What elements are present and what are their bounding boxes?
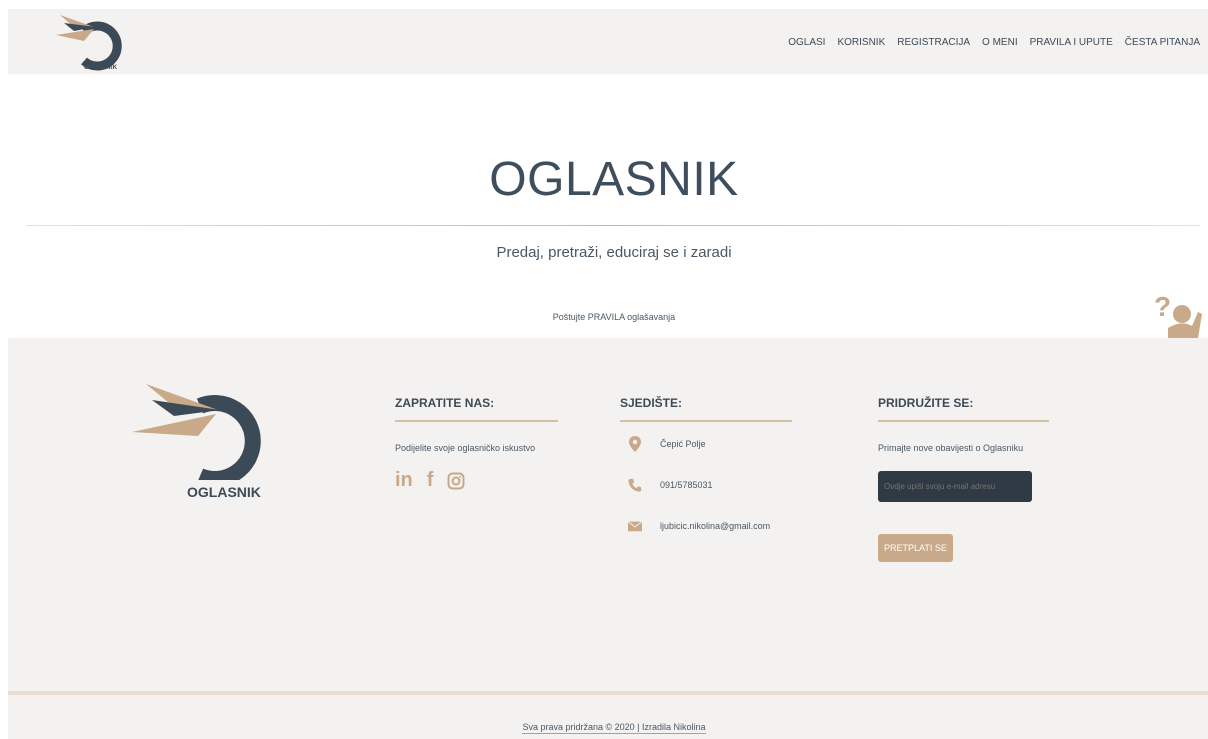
page-title: OGLASNIK (489, 153, 739, 206)
linkedin-icon[interactable]: in (395, 469, 413, 492)
follow-text: Podijelite svoje oglasničko iskustvo (395, 443, 536, 453)
phone-text[interactable]: 091/5785031 (660, 480, 713, 490)
join-text: Primajte nove obavijesti o Oglasniku (878, 443, 1024, 453)
follow-column: ZAPRATITE NAS: Podijelite svoje oglasnič… (395, 396, 558, 492)
hero-divider (26, 225, 1200, 226)
map-pin-icon (629, 436, 641, 452)
nav-link-korisnik[interactable]: KORISNIK (837, 37, 885, 48)
envelope-icon (628, 521, 642, 532)
email-text[interactable]: ljubicic.nikolina@gmail.com (660, 521, 770, 531)
phone-row: 091/5785031 (620, 477, 792, 493)
follow-title: ZAPRATITE NAS: (395, 396, 495, 410)
phone-icon (628, 478, 642, 492)
nav-logo-text: OGLASNIK (84, 65, 118, 71)
address-row: Čepić Polje (620, 436, 792, 452)
facebook-icon[interactable]: f (427, 469, 434, 492)
page-subtitle: Predaj, pretraži, educiraj se i zaradi (496, 244, 732, 261)
join-rule (878, 420, 1049, 422)
email-row: ljubicic.nikolina@gmail.com (620, 518, 792, 534)
footer: OGLASNIK ZAPRATITE NAS: Podijelite svoje… (8, 338, 1208, 694)
follow-rule (395, 420, 558, 422)
nav-link-pravila[interactable]: PRAVILA I UPUTE (1030, 37, 1113, 48)
address-text: Čepić Polje (660, 439, 706, 449)
nav-link-o-meni[interactable]: O MENI (982, 37, 1018, 48)
hq-title: SJEDIŠTE: (620, 396, 683, 410)
copyright-text[interactable]: Sva prava pridržana © 2020 | Izradila Ni… (522, 722, 706, 734)
subscribe-button[interactable]: PRETPLATI SE (878, 534, 953, 562)
join-column: PRIDRUŽITE SE: Primajte nove obavijesti … (878, 396, 1049, 562)
hq-rule (620, 420, 792, 422)
logo-icon[interactable] (54, 11, 130, 73)
social-links: in f (395, 469, 558, 492)
navbar: OGLASNIK OGLASI KORISNIK REGISTRACIJA O … (8, 9, 1208, 74)
hq-column: SJEDIŠTE: Čepić Polje 091/5785031 ljubic… (620, 396, 792, 534)
nav-links: OGLASI KORISNIK REGISTRACIJA O MENI PRAV… (776, 37, 1200, 48)
nav-link-registracija[interactable]: REGISTRACIJA (897, 37, 970, 48)
footer-logo-icon (132, 384, 261, 480)
instagram-icon[interactable] (447, 472, 465, 490)
nav-link-oglasi[interactable]: OGLASI (788, 37, 825, 48)
rules-link[interactable]: Poštujte PRAVILA oglašavanja (0, 312, 1208, 322)
newsletter-email-input[interactable] (878, 471, 1032, 502)
nav-link-cesta-pitanja[interactable]: ČESTA PITANJA (1125, 37, 1200, 48)
copyright: Sva prava pridržana © 2020 | Izradila Ni… (0, 722, 1208, 734)
join-title: PRIDRUŽITE SE: (878, 396, 974, 410)
footer-logo-text: OGLASNIK (187, 484, 261, 500)
